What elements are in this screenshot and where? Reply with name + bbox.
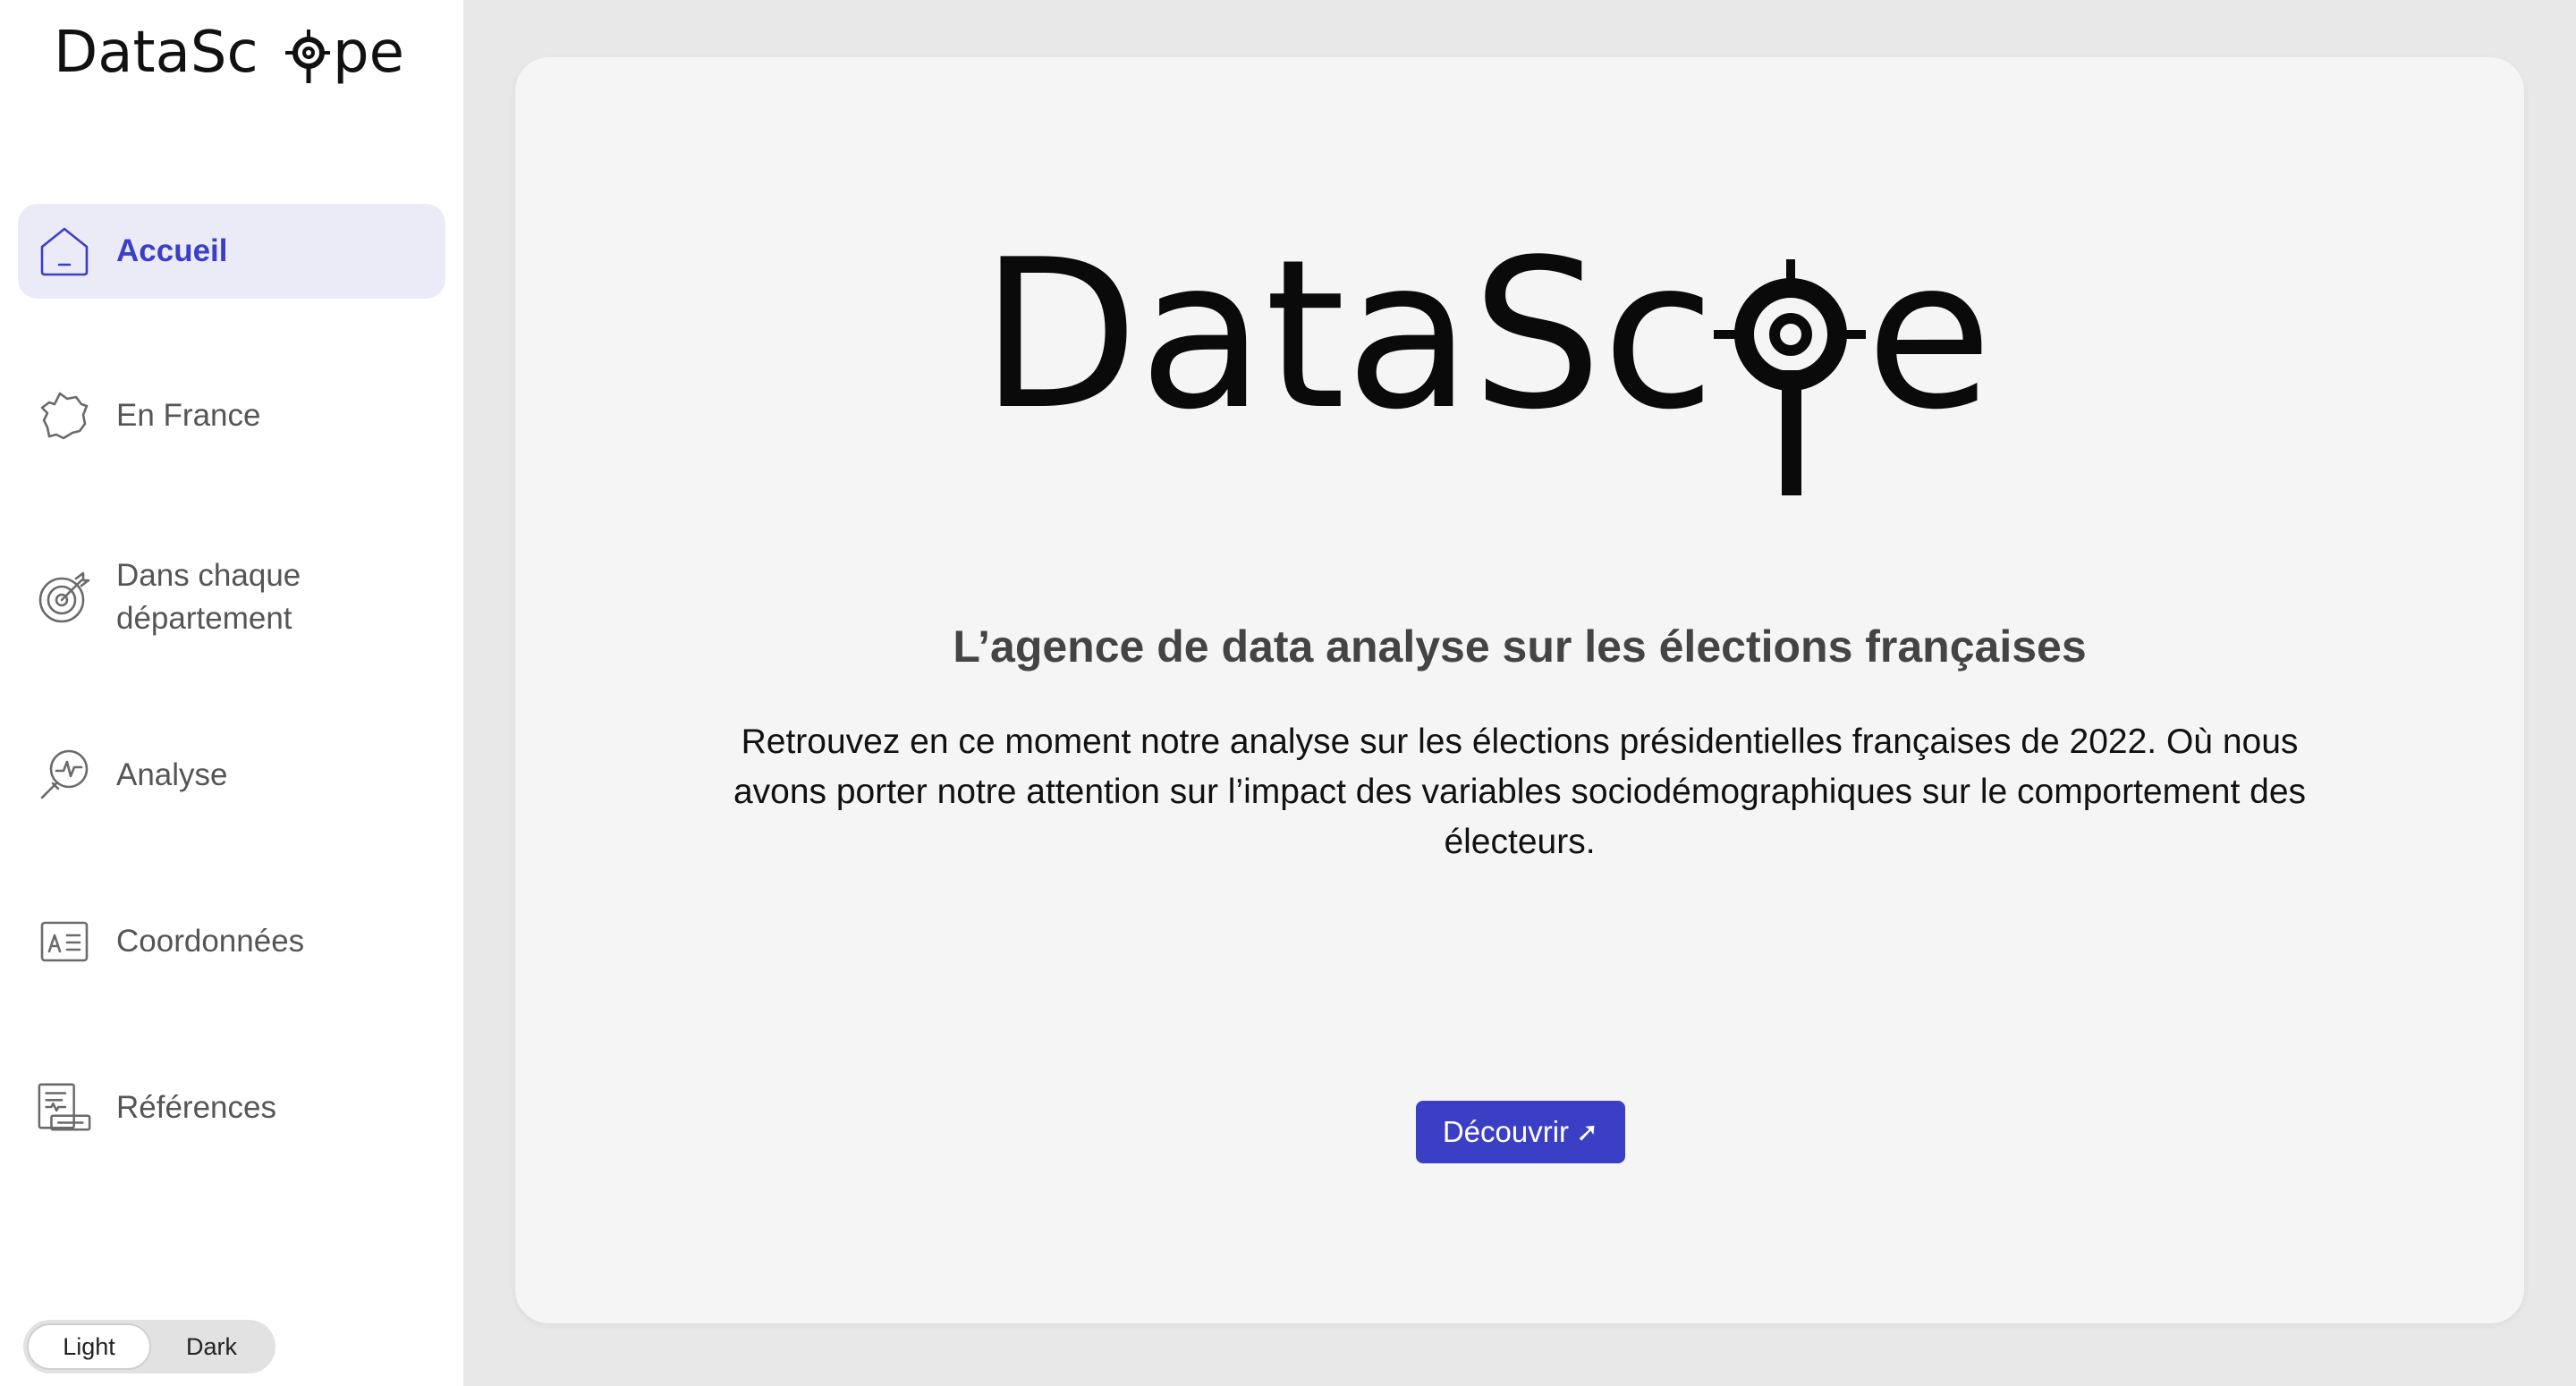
magnifier-chart-icon (36, 747, 93, 804)
sidebar-item-label: Références (116, 1090, 276, 1125)
sidebar-item-departement[interactable]: Dans chaque département (18, 547, 445, 647)
sidebar-item-en-france[interactable]: En France (18, 368, 445, 463)
sidebar-item-coordonnees[interactable]: Coordonnées (18, 894, 445, 989)
theme-toggle[interactable]: Light Dark (23, 1320, 275, 1373)
discover-button-label: Découvrir (1442, 1115, 1570, 1148)
hero-description: Retrouvez en ce moment notre analyse sur… (733, 723, 2307, 861)
contact-card-icon (36, 913, 93, 970)
sidebar: DataSc pe Accueil En France Dans chaque … (0, 0, 463, 1386)
brand-logo[interactable]: DataSc pe (54, 13, 411, 93)
hero-brand-logo: DataSc e (980, 227, 1993, 495)
theme-dark-option[interactable]: Dark (151, 1323, 272, 1370)
svg-text:e: e (1866, 227, 1993, 455)
france-map-icon (36, 387, 93, 444)
sidebar-item-label: En France (116, 398, 261, 433)
sidebar-item-label: Coordonnées (116, 924, 305, 959)
documents-icon (36, 1079, 93, 1137)
sidebar-item-label: Analyse (116, 757, 228, 792)
hero-card: DataSc e L’agence de data analyse sur le… (515, 57, 2524, 1323)
svg-text:DataSc: DataSc (54, 20, 258, 86)
sidebar-item-label: Accueil (116, 233, 228, 268)
theme-light-option[interactable]: Light (27, 1323, 151, 1370)
sidebar-item-label: Dans chaque département (116, 558, 301, 636)
sidebar-item-accueil[interactable]: Accueil (18, 204, 445, 299)
sidebar-item-references[interactable]: Références (18, 1061, 445, 1155)
target-icon (36, 569, 93, 626)
svg-text:DataSc: DataSc (980, 227, 1716, 455)
arrow-up-right-icon: ➚ (1576, 1117, 1599, 1147)
sidebar-item-analyse[interactable]: Analyse (18, 728, 445, 823)
page-title: L’agence de data analyse sur les électio… (953, 621, 2087, 672)
home-icon (36, 223, 93, 280)
discover-button[interactable]: Découvrir ➚ (1416, 1101, 1625, 1163)
svg-text:pe: pe (333, 20, 404, 86)
